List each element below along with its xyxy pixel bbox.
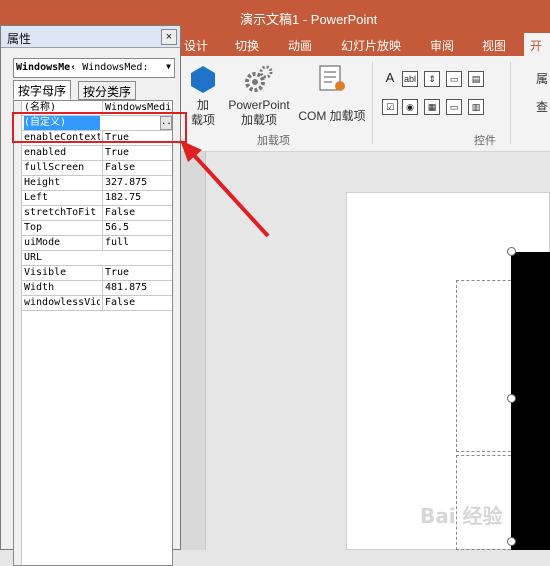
annotation-arrow — [180, 140, 270, 238]
